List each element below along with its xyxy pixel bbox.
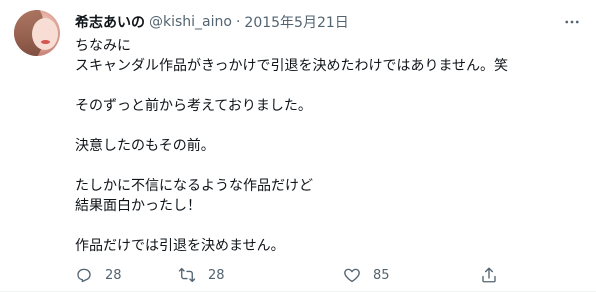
author-name[interactable]: 希志あいの (75, 12, 145, 32)
author-handle[interactable]: @kishi_aino (149, 14, 232, 30)
more-options-icon[interactable] (562, 12, 582, 32)
tweet-text: ちなみに スキャンダル作品がきっかけで引退を決めたわけではありません。笑 そのず… (75, 36, 580, 256)
action-bar: 28 28 85 (75, 263, 515, 287)
avatar[interactable] (14, 10, 60, 56)
header-separator: · (235, 14, 241, 30)
tweet-line: たしかに不信になるような作品だけど (75, 178, 313, 194)
heart-icon (343, 266, 361, 284)
reply-icon (75, 266, 93, 284)
tweet-header: 希志あいの @kishi_aino · 2015年5月21日 (75, 12, 349, 32)
tweet-line: 作品だけでは引退を決めません。 (75, 238, 285, 254)
reply-count: 28 (105, 267, 122, 283)
tweet-line: そのずっと前から考えておりました。 (75, 98, 312, 114)
tweet-line: スキャンダル作品がきっかけで引退を決めたわけではありません。笑 (75, 58, 509, 74)
tweet-line: ちなみに (75, 38, 131, 54)
reply-button[interactable]: 28 (75, 266, 122, 284)
tweet-line: 結果面白かったし！ (75, 198, 201, 214)
share-button[interactable] (480, 266, 498, 284)
tweet-card[interactable]: 希志あいの @kishi_aino · 2015年5月21日 ちなみに スキャン… (0, 0, 596, 292)
retweet-button[interactable]: 28 (178, 266, 225, 284)
like-count: 85 (373, 267, 390, 283)
avatar-face (32, 18, 58, 50)
tweet-line: 決意したのもその前。 (75, 138, 215, 154)
tweet-date[interactable]: 2015年5月21日 (244, 12, 348, 32)
like-button[interactable]: 85 (343, 266, 390, 284)
retweet-count: 28 (208, 267, 225, 283)
retweet-icon (178, 266, 196, 284)
share-icon (480, 266, 498, 284)
avatar-lips (41, 40, 50, 44)
